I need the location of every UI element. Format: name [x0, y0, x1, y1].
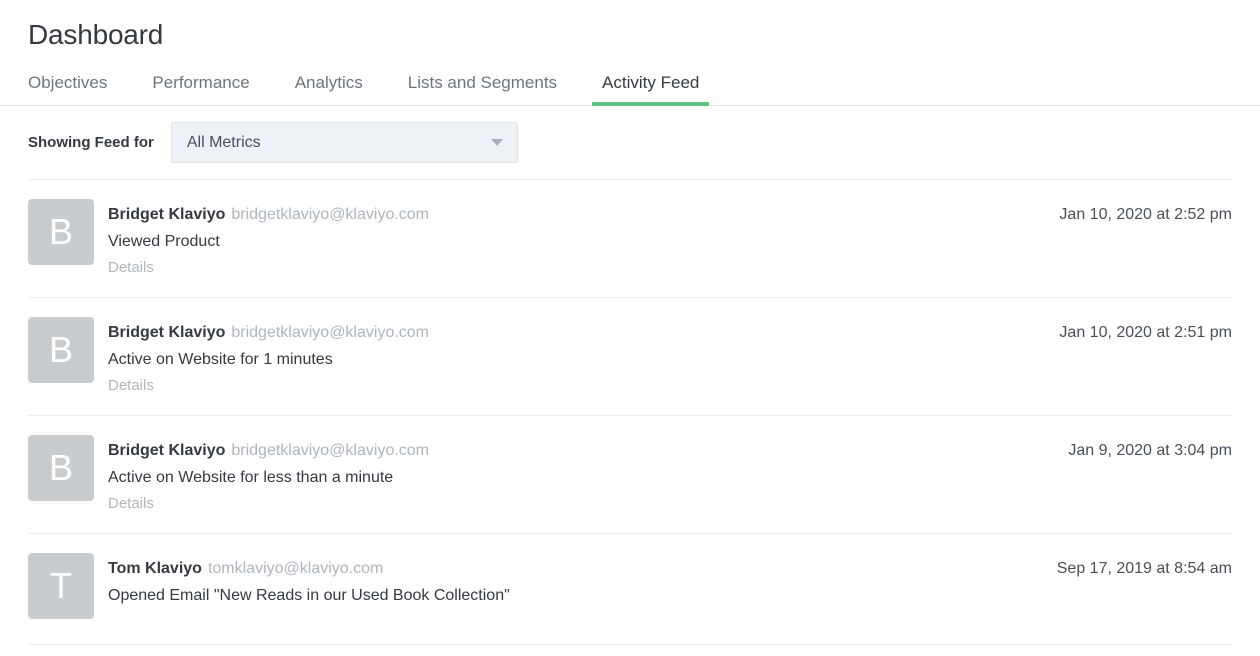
- avatar: B: [28, 317, 94, 383]
- person-name[interactable]: Bridget Klaviyo: [108, 442, 225, 459]
- avatar: B: [28, 199, 94, 265]
- dashboard-page: Dashboard Objectives Performance Analytics…: [0, 0, 1260, 656]
- metric-filter-select[interactable]: All Metrics: [171, 122, 518, 163]
- person-email: bridgetklaviyo@klaviyo.com: [231, 324, 429, 341]
- feed-row-timestamp: Sep 17, 2019 at 8:54 am: [1057, 553, 1232, 580]
- feed-row-event: Opened Email "New Reads in our Used Book…: [108, 584, 1057, 607]
- feed-row-body: Bridget Klaviyo bridgetklaviyo@klaviyo.co…: [108, 199, 1059, 278]
- feed-row-details-link[interactable]: Details: [108, 376, 154, 396]
- feed-row-event: Viewed Product: [108, 230, 1059, 253]
- tab-objectives[interactable]: Objectives: [28, 73, 107, 106]
- feed-row-body: Bridget Klaviyo bridgetklaviyo@klaviyo.co…: [108, 435, 1068, 514]
- page-header: Dashboard: [0, 0, 1260, 52]
- person-name[interactable]: Bridget Klaviyo: [108, 206, 225, 223]
- person-email: tomklaviyo@klaviyo.com: [208, 560, 383, 577]
- person-email: bridgetklaviyo@klaviyo.com: [231, 442, 429, 459]
- feed-row-timestamp: Jan 10, 2020 at 2:51 pm: [1059, 317, 1232, 344]
- feed-row-body: Bridget Klaviyo bridgetklaviyo@klaviyo.co…: [108, 317, 1059, 396]
- feed-row-event: Active on Website for 1 minutes: [108, 348, 1059, 371]
- tab-performance[interactable]: Performance: [152, 73, 249, 106]
- tab-analytics[interactable]: Analytics: [295, 73, 363, 106]
- feed-row: B Bridget Klaviyo bridgetklaviyo@klaviyo.c…: [28, 297, 1232, 415]
- page-title: Dashboard: [28, 0, 1232, 52]
- feed-row-event: Active on Website for less than a minute: [108, 466, 1068, 489]
- person-name[interactable]: Tom Klaviyo: [108, 560, 202, 577]
- feed-row-identity: Bridget Klaviyo bridgetklaviyo@klaviyo.co…: [108, 440, 1068, 462]
- filter-bar: Showing Feed for All Metrics: [0, 106, 1260, 179]
- feed-row-identity: Bridget Klaviyo bridgetklaviyo@klaviyo.co…: [108, 322, 1059, 344]
- activity-feed-list: B Bridget Klaviyo bridgetklaviyo@klaviyo.c…: [0, 179, 1260, 645]
- tab-activity-feed[interactable]: Activity Feed: [602, 73, 699, 106]
- feed-row-identity: Bridget Klaviyo bridgetklaviyo@klaviyo.co…: [108, 204, 1059, 226]
- feed-row: T Tom Klaviyo tomklaviyo@klaviyo.com Opened…: [28, 533, 1232, 645]
- feed-row-details-link[interactable]: Details: [108, 494, 154, 514]
- person-email: bridgetklaviyo@klaviyo.com: [231, 206, 429, 223]
- avatar: B: [28, 435, 94, 501]
- feed-row-timestamp: Jan 10, 2020 at 2:52 pm: [1059, 199, 1232, 226]
- feed-row-details-link[interactable]: Details: [108, 258, 154, 278]
- chevron-down-icon: [491, 139, 503, 146]
- tab-lists-and-segments[interactable]: Lists and Segments: [408, 73, 557, 106]
- feed-row-identity: Tom Klaviyo tomklaviyo@klaviyo.com: [108, 558, 1057, 580]
- showing-feed-for-label: Showing Feed for: [28, 134, 154, 151]
- feed-row: B Bridget Klaviyo bridgetklaviyo@klaviyo.c…: [28, 415, 1232, 533]
- feed-row-body: Tom Klaviyo tomklaviyo@klaviyo.com Opened …: [108, 553, 1057, 612]
- avatar: T: [28, 553, 94, 619]
- metric-filter-value: All Metrics: [172, 134, 491, 152]
- person-name[interactable]: Bridget Klaviyo: [108, 324, 225, 341]
- feed-row: B Bridget Klaviyo bridgetklaviyo@klaviyo.c…: [28, 179, 1232, 297]
- feed-row-timestamp: Jan 9, 2020 at 3:04 pm: [1068, 435, 1232, 462]
- tab-bar: Objectives Performance Analytics Lists and …: [0, 73, 1260, 106]
